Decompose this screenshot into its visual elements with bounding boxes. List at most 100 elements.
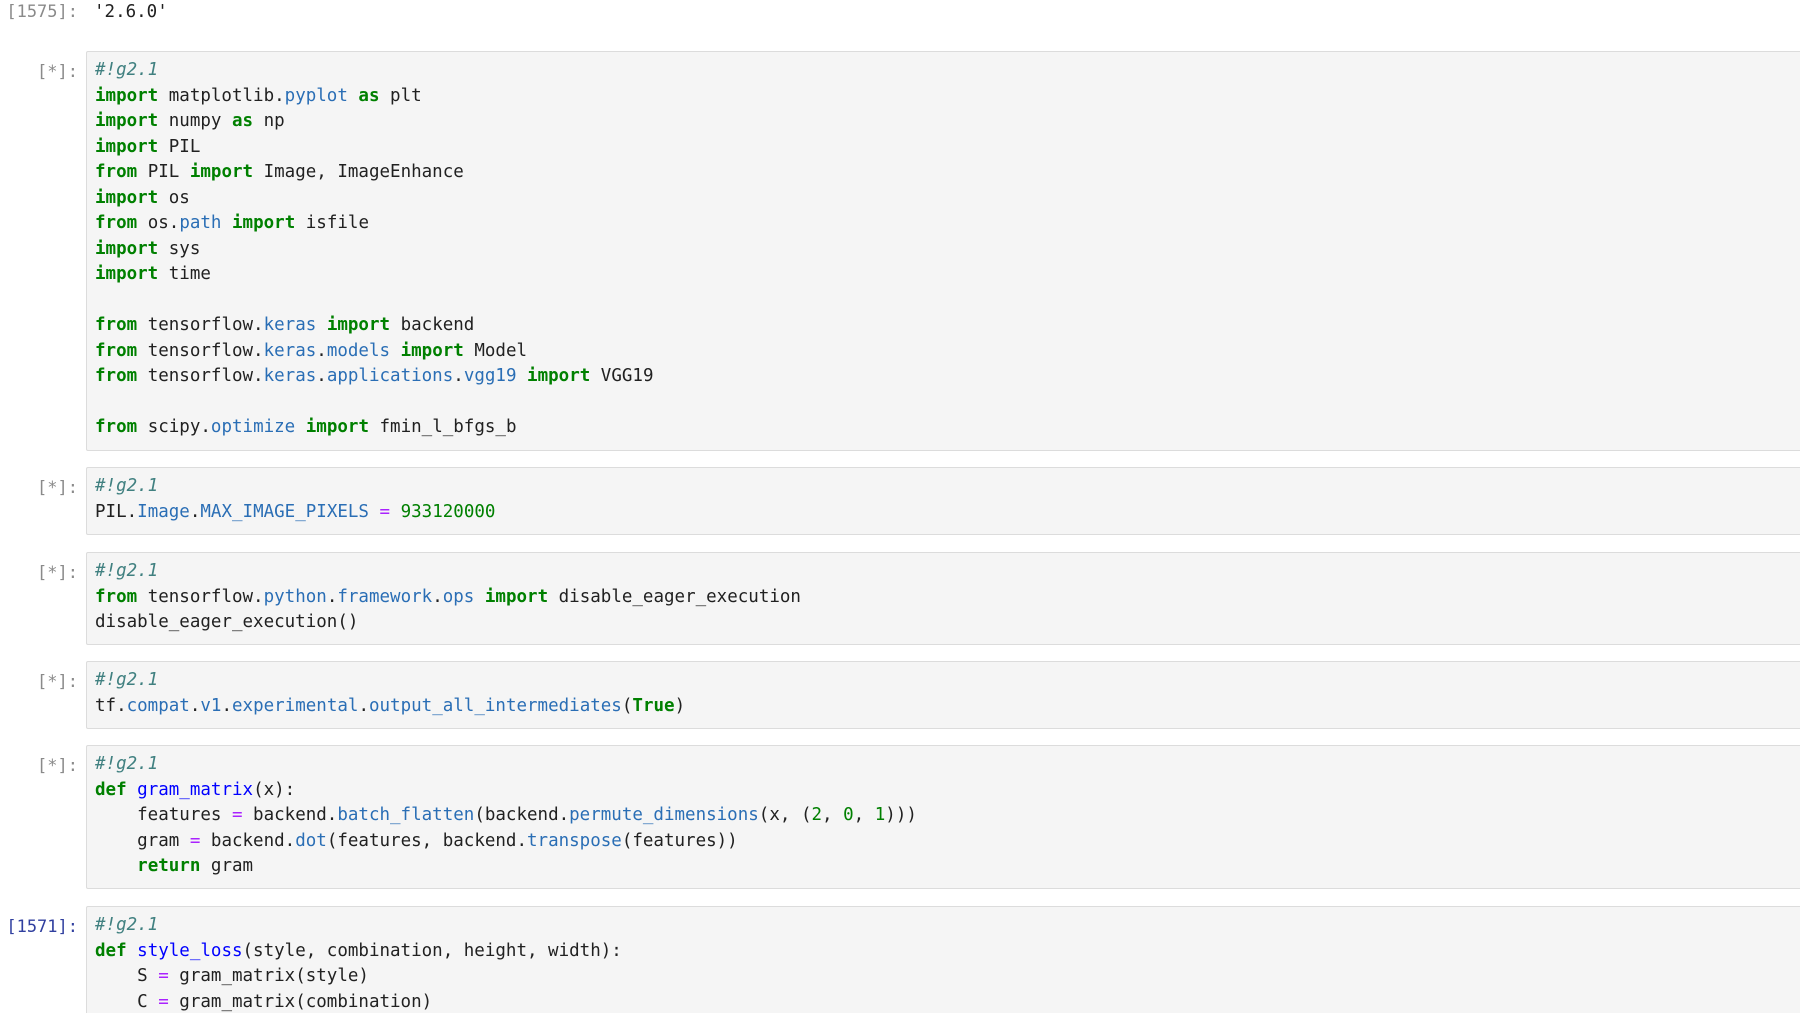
code-token: isfile <box>295 213 369 233</box>
code-editor[interactable]: #!g2.1 from tensorflow.python.framework.o… <box>87 553 1800 636</box>
code-token: features <box>95 805 232 825</box>
code-token: import <box>400 340 464 361</box>
code-token: = <box>231 805 243 825</box>
code-token: . <box>358 695 369 716</box>
code-token: import <box>527 366 591 386</box>
code-token: (style, combination, height, width): <box>242 940 622 961</box>
code-line: import sys <box>95 237 1800 263</box>
code-token: output_all_intermediates <box>368 695 622 716</box>
code-token: disable_eager_execution <box>548 586 801 607</box>
code-token: . <box>221 695 232 716</box>
code-token: dot <box>295 830 327 851</box>
code-token: . <box>316 340 327 361</box>
code-cell-output-intermediates[interactable]: #!g2.1 tf.compat.v1.experimental.output_a… <box>86 661 1800 729</box>
code-token: from <box>95 366 138 386</box>
code-token: permute_dimensions <box>569 805 759 825</box>
code-token: scipy. <box>137 417 211 437</box>
code-token: numpy <box>158 111 232 131</box>
code-token: import <box>95 238 159 259</box>
code-token: #!g2.1 <box>95 561 159 581</box>
code-cell-max-pixels[interactable]: #!g2.1 PIL.Image.MAX_IMAGE_PIXELS = 93312… <box>86 467 1800 535</box>
code-token: . <box>189 695 201 716</box>
code-token: disable_eager_execution() <box>95 612 359 632</box>
code-token: #!g2.1 <box>95 60 159 80</box>
code-token: from <box>95 340 138 361</box>
code-line: import matplotlib.pyplot as plt <box>95 84 1800 110</box>
code-token: . <box>432 586 443 607</box>
code-token: 933120000 <box>400 501 496 522</box>
cell-prompt: [*]: <box>37 672 78 692</box>
code-token: from <box>95 417 138 437</box>
code-token: Model <box>463 340 528 361</box>
code-line: def gram_matrix(x): <box>95 778 1800 804</box>
code-line: features = backend.batch_flatten(backend… <box>95 803 1800 829</box>
code-token: transpose <box>527 830 622 851</box>
code-token: (x, ( <box>758 805 812 825</box>
code-line: PIL.Image.MAX_IMAGE_PIXELS = 933120000 <box>95 500 1800 526</box>
code-token: gram <box>200 856 254 876</box>
code-token: ops <box>442 586 475 607</box>
code-line: #!g2.1 <box>95 559 1800 585</box>
code-token: 2 <box>811 805 823 825</box>
code-editor[interactable]: #!g2.1 tf.compat.v1.experimental.output_a… <box>87 662 1800 719</box>
code-token: def <box>95 779 127 800</box>
code-token: . <box>316 366 327 386</box>
code-token: import <box>95 136 159 157</box>
code-line: from scipy.optimize import fmin_l_bfgs_b <box>95 415 1800 441</box>
code-token: python <box>263 586 327 607</box>
code-editor[interactable]: #!g2.1 import matplotlib.pyplot as plt imp… <box>87 52 1800 441</box>
code-line: def style_loss(style, combination, heigh… <box>95 939 1800 965</box>
code-cell-gram-matrix[interactable]: #!g2.1 def gram_matrix(x): features = bac… <box>86 745 1800 889</box>
code-line: S = gram_matrix(style) <box>95 964 1800 990</box>
code-token: gram_matrix <box>137 779 254 800</box>
code-line: from os.path import isfile <box>95 211 1800 237</box>
code-token: path <box>179 213 222 233</box>
code-cell-imports[interactable]: #!g2.1 import matplotlib.pyplot as plt imp… <box>86 51 1800 451</box>
code-token: #!g2.1 <box>95 754 159 774</box>
code-token: , <box>822 805 844 825</box>
code-token: True <box>632 695 675 716</box>
code-editor[interactable]: #!g2.1 PIL.Image.MAX_IMAGE_PIXELS = 93312… <box>87 468 1800 525</box>
code-cell-disable-eager[interactable]: #!g2.1 from tensorflow.python.framework.o… <box>86 552 1800 645</box>
code-token: backend <box>390 315 475 335</box>
code-token: backend. <box>200 830 296 851</box>
code-editor[interactable]: #!g2.1 def style_loss(style, combination,… <box>87 907 1800 1013</box>
code-token: MAX_IMAGE_PIXELS <box>200 501 369 522</box>
code-token: C <box>95 991 159 1012</box>
code-token: Image <box>137 501 190 522</box>
code-token: matplotlib. <box>158 85 285 106</box>
code-token: from <box>95 586 138 607</box>
code-token: time <box>158 264 211 284</box>
code-line: import os <box>95 186 1800 212</box>
code-token: PIL. <box>95 501 138 522</box>
code-token: #!g2.1 <box>95 476 159 496</box>
code-line: from tensorflow.keras.applications.vgg19… <box>95 364 1800 390</box>
code-token: applications <box>326 366 454 386</box>
code-line: from tensorflow.keras.models import Mode… <box>95 339 1800 365</box>
code-token: gram <box>95 830 190 851</box>
code-token: tensorflow. <box>137 315 264 335</box>
code-line: tf.compat.v1.experimental.output_all_int… <box>95 694 1800 720</box>
code-token: os <box>158 187 190 208</box>
code-token: import <box>326 315 391 335</box>
code-cell-style-loss[interactable]: #!g2.1 def style_loss(style, combination,… <box>86 906 1800 1013</box>
code-token: ( <box>621 695 633 716</box>
code-line: disable_eager_execution() <box>95 610 1800 636</box>
code-line: C = gram_matrix(combination) <box>95 990 1800 1013</box>
code-editor[interactable]: #!g2.1 def gram_matrix(x): features = bac… <box>87 746 1800 880</box>
code-token: (x): <box>253 779 296 800</box>
code-token: batch_flatten <box>337 805 475 825</box>
code-token: #!g2.1 <box>95 915 159 935</box>
code-line: from PIL import Image, ImageEnhance <box>95 160 1800 186</box>
code-token: gram_matrix(style) <box>168 966 369 986</box>
code-token: return <box>137 856 201 876</box>
code-line: import PIL <box>95 135 1800 161</box>
code-line: return gram <box>95 854 1800 880</box>
